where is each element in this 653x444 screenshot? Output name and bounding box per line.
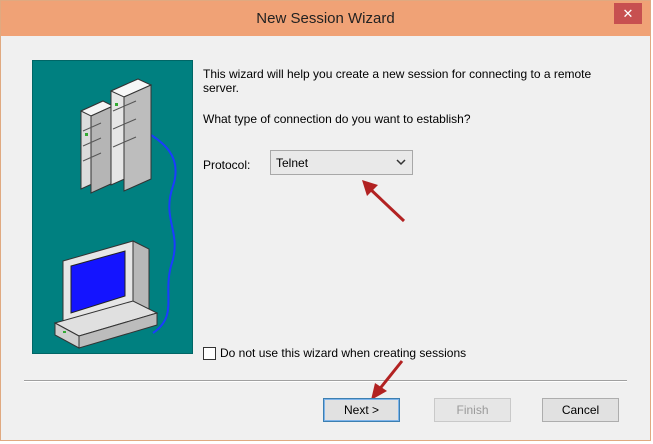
finish-button[interactable]: Finish xyxy=(434,398,511,422)
skip-wizard-checkbox-row[interactable]: Do not use this wizard when creating ses… xyxy=(203,345,466,361)
next-button[interactable]: Next > xyxy=(323,398,400,422)
wizard-body: This wizard will help you create a new s… xyxy=(10,37,641,431)
intro-text: This wizard will help you create a new s… xyxy=(203,67,592,95)
question-text: What type of connection do you want to e… xyxy=(203,112,471,126)
protocol-label: Protocol: xyxy=(203,158,251,172)
cancel-button[interactable]: Cancel xyxy=(542,398,619,422)
wizard-banner-image xyxy=(32,60,193,354)
arrow-annotation xyxy=(362,180,406,223)
title-bar[interactable]: New Session Wizard ✕ xyxy=(1,1,650,36)
computer-icon xyxy=(53,240,159,349)
protocol-selected-value: Telnet xyxy=(276,156,309,170)
arrow-annotation xyxy=(371,360,404,400)
server-icon xyxy=(79,78,153,194)
close-icon: ✕ xyxy=(622,5,634,21)
chevron-down-icon xyxy=(396,159,406,166)
window-title: New Session Wizard xyxy=(256,10,395,27)
close-button[interactable]: ✕ xyxy=(614,3,642,24)
protocol-select[interactable]: Telnet xyxy=(270,150,413,175)
separator xyxy=(24,380,627,382)
skip-wizard-checkbox[interactable] xyxy=(203,346,216,360)
skip-wizard-label: Do not use this wizard when creating ses… xyxy=(220,346,467,360)
wizard-window: New Session Wizard ✕ This wizard will he… xyxy=(0,0,651,441)
